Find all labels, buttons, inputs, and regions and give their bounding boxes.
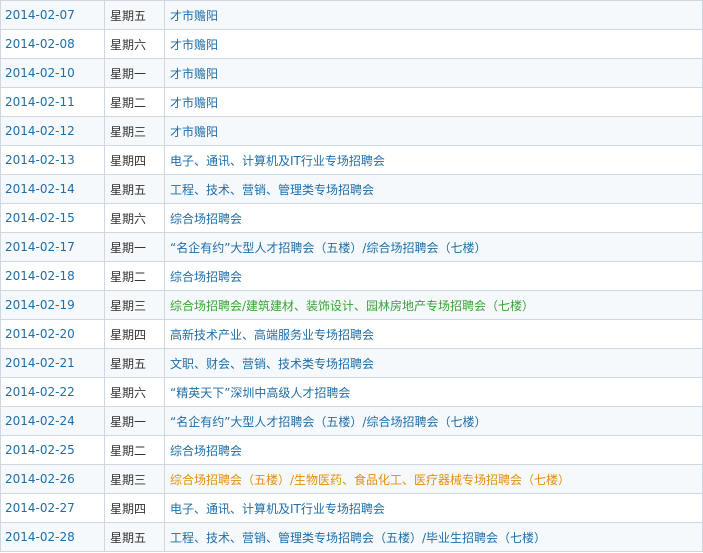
event-link[interactable]: 工程、技术、营销、管理类专场招聘会（五楼）/毕业生招聘会（七楼） [170,531,546,545]
row-date: 2014-02-24 [0,406,105,436]
row-date: 2014-02-18 [0,261,105,291]
table-row: 2014-02-18 星期二 综合场招聘会 [0,261,703,291]
row-weekday: 星期四 [104,319,165,349]
row-event-cell: 才市赡阳 [164,0,703,30]
row-event-cell: “名企有约”大型人才招聘会（五楼）/综合场招聘会（七楼） [164,232,703,262]
table-row: 2014-02-26 星期三 综合场招聘会（五楼）/生物医药、食品化工、医疗器械专场… [0,464,703,494]
event-link[interactable]: 才市赡阳 [170,67,218,81]
table-row: 2014-02-10 星期一 才市赡阳 [0,58,703,88]
row-date: 2014-02-27 [0,493,105,523]
row-event-cell: “精英天下”深圳中高级人才招聘会 [164,377,703,407]
row-weekday: 星期二 [104,435,165,465]
table-row: 2014-02-25 星期二 综合场招聘会 [0,435,703,465]
row-event-cell: 工程、技术、营销、管理类专场招聘会 [164,174,703,204]
table-row: 2014-02-14 星期五 工程、技术、营销、管理类专场招聘会 [0,174,703,204]
event-link[interactable]: 才市赡阳 [170,38,218,52]
row-date: 2014-02-13 [0,145,105,175]
row-date: 2014-02-07 [0,0,105,30]
row-date: 2014-02-21 [0,348,105,378]
row-event-cell: 电子、通讯、计算机及IT行业专场招聘会 [164,145,703,175]
table-row: 2014-02-17 星期一 “名企有约”大型人才招聘会（五楼）/综合场招聘会（七楼… [0,232,703,262]
table-row: 2014-02-21 星期五 文职、财会、营销、技术类专场招聘会 [0,348,703,378]
row-date: 2014-02-19 [0,290,105,320]
row-date: 2014-02-17 [0,232,105,262]
event-link[interactable]: 才市赡阳 [170,96,218,110]
row-date: 2014-02-14 [0,174,105,204]
row-date: 2014-02-25 [0,435,105,465]
row-event-cell: 工程、技术、营销、管理类专场招聘会（五楼）/毕业生招聘会（七楼） [164,522,703,552]
row-weekday: 星期五 [104,0,165,30]
row-event-cell: 综合场招聘会（五楼）/生物医药、食品化工、医疗器械专场招聘会（七楼） [164,464,703,494]
schedule-body: 2014-02-07 星期五 才市赡阳 2014-02-08 星期六 才市赡阳 2014-0… [0,0,703,552]
row-weekday: 星期二 [104,87,165,117]
row-event-cell: 高新技术产业、高端服务业专场招聘会 [164,319,703,349]
row-weekday: 星期五 [104,174,165,204]
row-event-cell: 才市赡阳 [164,116,703,146]
row-weekday: 星期六 [104,203,165,233]
row-weekday: 星期一 [104,406,165,436]
row-event-cell: 综合场招聘会 [164,261,703,291]
event-link[interactable]: 电子、通讯、计算机及IT行业专场招聘会 [170,502,385,516]
row-date: 2014-02-28 [0,522,105,552]
table-row: 2014-02-12 星期三 才市赡阳 [0,116,703,146]
table-row: 2014-02-08 星期六 才市赡阳 [0,29,703,59]
row-date: 2014-02-08 [0,29,105,59]
row-weekday: 星期三 [104,116,165,146]
row-date: 2014-02-10 [0,58,105,88]
event-link[interactable]: 电子、通讯、计算机及IT行业专场招聘会 [170,154,385,168]
row-weekday: 星期三 [104,290,165,320]
event-link[interactable]: 综合场招聘会（五楼）/生物医药、食品化工、医疗器械专场招聘会（七楼） [170,473,570,487]
event-link[interactable]: 综合场招聘会 [170,270,242,284]
row-date: 2014-02-11 [0,87,105,117]
event-link[interactable]: 才市赡阳 [170,125,218,139]
row-weekday: 星期六 [104,377,165,407]
row-event-cell: 才市赡阳 [164,87,703,117]
event-link[interactable]: “精英天下”深圳中高级人才招聘会 [170,386,350,400]
row-weekday: 星期五 [104,348,165,378]
table-row: 2014-02-11 星期二 才市赡阳 [0,87,703,117]
table-row: 2014-02-24 星期一 “名企有约”大型人才招聘会（五楼）/综合场招聘会（七楼… [0,406,703,436]
row-event-cell: 才市赡阳 [164,58,703,88]
event-link[interactable]: 工程、技术、营销、管理类专场招聘会 [170,183,374,197]
table-row: 2014-02-15 星期六 综合场招聘会 [0,203,703,233]
event-link[interactable]: “名企有约”大型人才招聘会（五楼）/综合场招聘会（七楼） [170,241,486,255]
row-weekday: 星期三 [104,464,165,494]
event-link[interactable]: 才市赡阳 [170,9,218,23]
row-event-cell: 综合场招聘会 [164,203,703,233]
row-event-cell: “名企有约”大型人才招聘会（五楼）/综合场招聘会（七楼） [164,406,703,436]
event-link[interactable]: 综合场招聘会 [170,444,242,458]
job-fair-schedule-table: 2014-02-07 星期五 才市赡阳 2014-02-08 星期六 才市赡阳 2014-0… [0,0,703,552]
event-link[interactable]: 综合场招聘会 [170,212,242,226]
table-row: 2014-02-19 星期三 综合场招聘会/建筑建材、装饰设计、园林房地产专场招聘会… [0,290,703,320]
table-row: 2014-02-22 星期六 “精英天下”深圳中高级人才招聘会 [0,377,703,407]
row-date: 2014-02-20 [0,319,105,349]
table-row: 2014-02-28 星期五 工程、技术、营销、管理类专场招聘会（五楼）/毕业生招聘… [0,522,703,552]
row-weekday: 星期二 [104,261,165,291]
table-row: 2014-02-27 星期四 电子、通讯、计算机及IT行业专场招聘会 [0,493,703,523]
table-row: 2014-02-13 星期四 电子、通讯、计算机及IT行业专场招聘会 [0,145,703,175]
row-weekday: 星期四 [104,145,165,175]
event-link[interactable]: 综合场招聘会/建筑建材、装饰设计、园林房地产专场招聘会（七楼） [170,299,534,313]
row-weekday: 星期六 [104,29,165,59]
event-link[interactable]: 文职、财会、营销、技术类专场招聘会 [170,357,374,371]
row-weekday: 星期四 [104,493,165,523]
row-date: 2014-02-12 [0,116,105,146]
row-date: 2014-02-22 [0,377,105,407]
row-date: 2014-02-26 [0,464,105,494]
row-weekday: 星期一 [104,58,165,88]
row-event-cell: 文职、财会、营销、技术类专场招聘会 [164,348,703,378]
row-event-cell: 才市赡阳 [164,29,703,59]
row-weekday: 星期五 [104,522,165,552]
row-event-cell: 综合场招聘会/建筑建材、装饰设计、园林房地产专场招聘会（七楼） [164,290,703,320]
table-row: 2014-02-07 星期五 才市赡阳 [0,0,703,30]
table-row: 2014-02-20 星期四 高新技术产业、高端服务业专场招聘会 [0,319,703,349]
row-event-cell: 电子、通讯、计算机及IT行业专场招聘会 [164,493,703,523]
row-date: 2014-02-15 [0,203,105,233]
event-link[interactable]: 高新技术产业、高端服务业专场招聘会 [170,328,374,342]
row-weekday: 星期一 [104,232,165,262]
row-event-cell: 综合场招聘会 [164,435,703,465]
event-link[interactable]: “名企有约”大型人才招聘会（五楼）/综合场招聘会（七楼） [170,415,486,429]
